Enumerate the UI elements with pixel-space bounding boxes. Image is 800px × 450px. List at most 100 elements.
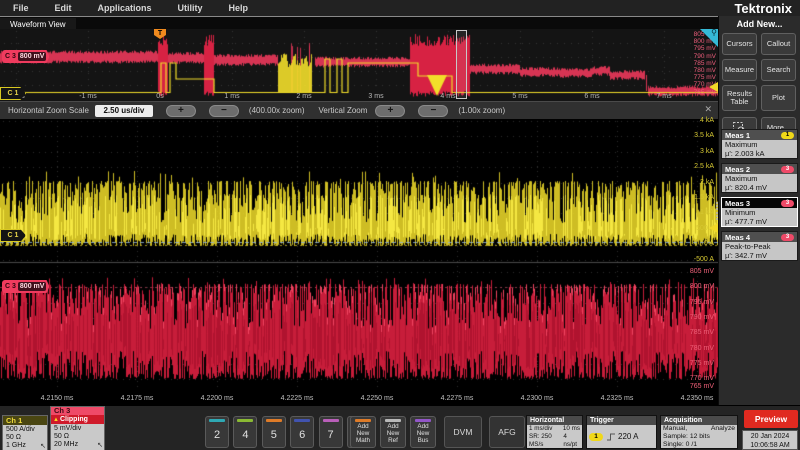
bottom-settings-bar: Ch 1 500 A/div 50 Ω 1 GHz ↖ Ch 3 ▲Clippi… xyxy=(0,405,800,450)
add-new-bus-button[interactable]: AddNewBus xyxy=(410,416,436,448)
vertical-zoom-minus-button[interactable]: − xyxy=(418,105,448,117)
meas-name: Meas 3 xyxy=(725,199,750,208)
preview-button[interactable]: Preview xyxy=(744,410,798,428)
add-measure-button[interactable]: Measure xyxy=(722,59,757,81)
vertical-zoom-label: Vertical Zoom xyxy=(319,106,368,115)
ch1-position-arrow-overview[interactable] xyxy=(709,82,718,92)
meas-chip-body: Peak-to-Peakµ': 342.7 mV xyxy=(722,242,797,260)
trigger-panel[interactable]: Trigger 1 220 A xyxy=(586,415,657,449)
horizontal-zoom-value[interactable]: 2.50 us/div xyxy=(95,105,153,117)
meas-value: µ': 477.7 mV xyxy=(725,217,794,226)
overview-time-label: 5 ms xyxy=(512,93,527,100)
meas-value: µ': 820.4 mV xyxy=(725,183,794,192)
meas-chip-2[interactable]: Meas 23Maximumµ': 820.4 mV xyxy=(721,163,798,193)
meas-name: Meas 2 xyxy=(725,165,750,174)
channel-2-button[interactable]: 2 xyxy=(205,416,229,448)
main-time-label: 4.2200 ms xyxy=(201,395,234,402)
channel-6-button[interactable]: 6 xyxy=(290,416,314,448)
warning-icon: ▲ xyxy=(53,417,59,423)
menu-item-file[interactable]: File xyxy=(0,3,42,13)
scope-area: Waveform View -2 ms-1 ms0s1 ms2 ms3 ms4 … xyxy=(0,16,718,405)
zoom-selection-box[interactable] xyxy=(456,30,467,99)
ch1-termination: 50 Ω xyxy=(6,434,44,442)
main-time-label: 4.2150 ms xyxy=(41,395,74,402)
meas-chip-3[interactable]: Meas 3 3Minimumµ': 477.7 mV xyxy=(721,197,798,227)
zoomed-waveform-view[interactable]: 4 kA3.5 kA3 kA2.5 kA2 kA1.5 kA1 kA500 A0… xyxy=(0,119,718,405)
dvm-button[interactable]: DVM xyxy=(444,416,482,448)
meas-chip-body: Minimumµ': 477.7 mV xyxy=(722,208,797,226)
overview-time-label: 7 ms xyxy=(656,93,671,100)
ch3-axis-label: 770 mV xyxy=(690,375,714,383)
add-results-table-button[interactable]: Results Table xyxy=(722,85,757,111)
meas-chip-4[interactable]: Meas 43Peak-to-Peakµ': 342.7 mV xyxy=(721,231,798,261)
trigger-panel-title: Trigger xyxy=(587,416,656,425)
oscilloscope-app: FileEditApplicationsUtilityHelp Tektroni… xyxy=(0,0,800,450)
meas-chip-1[interactable]: Meas 11Maximumµ': 2.003 kA xyxy=(721,129,798,159)
main-waveform-canvas[interactable] xyxy=(0,119,718,393)
horizontal-zoom-minus-button[interactable]: − xyxy=(209,105,239,117)
ch1-settings-badge[interactable]: Ch 1 500 A/div 50 Ω 1 GHz ↖ xyxy=(2,415,48,450)
main-time-label: 4.2300 ms xyxy=(521,395,554,402)
channel-5-button[interactable]: 5 xyxy=(262,416,286,448)
add-button-label: AddNewBus xyxy=(417,422,430,447)
meas-source-badge: 3 xyxy=(781,200,794,207)
overview-ch3-badge[interactable]: C 3 800 mV xyxy=(2,50,49,63)
menu-item-help[interactable]: Help xyxy=(216,3,262,13)
waveform-overview[interactable]: -2 ms-1 ms0s1 ms2 ms3 ms4 ms5 ms6 ms7 ms… xyxy=(0,29,718,101)
magnifier-icon: ⚲ xyxy=(711,28,717,37)
acquisition-panel[interactable]: Acquisition Manual,Analyze Sample: 12 bi… xyxy=(660,415,738,449)
add-plot-button[interactable]: Plot xyxy=(761,85,796,111)
date-value: 20 Jan 2024 xyxy=(743,432,797,441)
sidebar-splitter-handle[interactable] xyxy=(714,202,720,220)
rising-edge-icon xyxy=(606,432,616,442)
acquisition-single: Single: 0 /1 xyxy=(663,441,735,449)
meas-chip-header: Meas 3 3 xyxy=(722,198,797,208)
channel-7-button[interactable]: 7 xyxy=(319,416,343,448)
ch1-position-arrow[interactable] xyxy=(709,223,718,233)
ch3-axis-label: 805 mV xyxy=(690,268,714,276)
expand-arrow-icon: ↖ xyxy=(97,442,103,450)
main-time-label: 4.2275 ms xyxy=(441,395,474,402)
meas-chip-body: Maximumµ': 2.003 kA xyxy=(722,140,797,158)
add-new-title: Add New... xyxy=(719,19,800,29)
close-zoom-icon[interactable]: ✕ xyxy=(704,104,712,115)
time-value: 10:06:58 AM xyxy=(743,441,797,450)
main-time-label: 4.2175 ms xyxy=(121,395,154,402)
channel-4-button[interactable]: 4 xyxy=(233,416,257,448)
meas-type: Maximum xyxy=(725,140,794,149)
ch3-settings-badge[interactable]: Ch 3 ▲Clipping 5 mV/div 50 Ω 20 MHz ↖ xyxy=(50,406,105,450)
ch1-bandwidth: 1 GHz xyxy=(6,442,44,450)
datetime-display: 20 Jan 2024 10:06:58 AM xyxy=(742,430,798,450)
horizontal-panel[interactable]: Horizontal 1 ms/div10 msSR: 250 MS/s4 ns… xyxy=(526,415,583,449)
horizontal-panel-title: Horizontal xyxy=(527,416,582,425)
vertical-zoom-plus-button[interactable]: + xyxy=(375,105,405,117)
menu-item-utility[interactable]: Utility xyxy=(165,3,216,13)
trigger-panel-body: 1 220 A xyxy=(587,425,656,448)
overview-time-label: 3 ms xyxy=(368,93,383,100)
horizontal-value: SR: 250 MS/s xyxy=(529,433,563,449)
meas-chip-header: Meas 11 xyxy=(722,130,797,140)
horizontal-value: 4 ns/pt xyxy=(563,433,580,449)
channel-number: 5 xyxy=(271,422,277,447)
meas-chip-header: Meas 43 xyxy=(722,232,797,242)
meas-value: µ': 342.7 mV xyxy=(725,251,794,260)
overview-canvas[interactable] xyxy=(0,29,718,101)
ch3-badge-body: 5 mV/div 50 Ω 20 MHz ↖ xyxy=(51,424,104,450)
menu-item-applications[interactable]: Applications xyxy=(85,3,165,13)
ch1-axis-label: 1.5 kA xyxy=(694,194,714,202)
main-time-label: 4.2225 ms xyxy=(281,395,314,402)
menu-item-edit[interactable]: Edit xyxy=(42,3,85,13)
meas-chip-header: Meas 23 xyxy=(722,164,797,174)
afg-button[interactable]: AFG xyxy=(489,416,525,448)
main-ch3-badge[interactable]: C 3 800 mV xyxy=(2,280,49,293)
vertical-zoom-factor: (1.00x zoom) xyxy=(458,106,505,115)
add-callout-button[interactable]: Callout xyxy=(761,33,796,55)
add-search-button[interactable]: Search xyxy=(761,59,796,81)
ch1-scale: 500 A/div xyxy=(6,426,44,434)
tektronix-logo: Tektronix xyxy=(734,1,792,16)
add-cursors-button[interactable]: Cursors xyxy=(722,33,757,55)
add-new-ref-button[interactable]: AddNewRef xyxy=(380,416,406,448)
horizontal-zoom-plus-button[interactable]: + xyxy=(166,105,196,117)
horizontal-value: 10 ms xyxy=(563,425,580,433)
add-new-math-button[interactable]: AddNewMath xyxy=(350,416,376,448)
